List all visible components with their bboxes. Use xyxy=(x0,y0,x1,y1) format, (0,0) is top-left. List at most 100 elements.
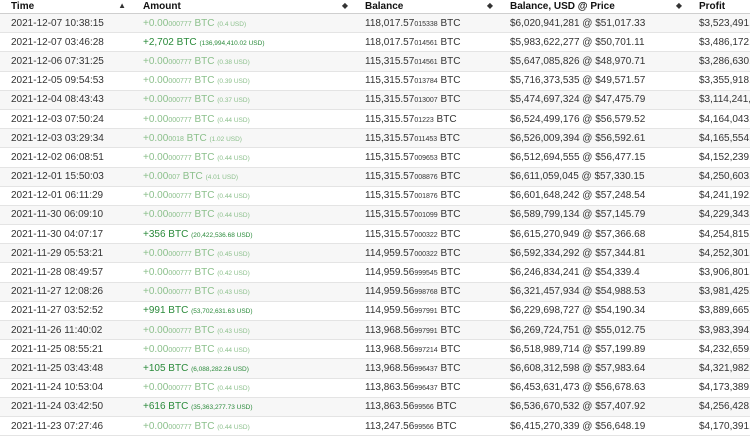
table-row[interactable]: 2021-11-27 03:52:52 +991 BTC (53,702,631.… xyxy=(0,301,750,322)
balance-fraction: 014561 xyxy=(414,58,438,66)
balance-unit: BTC xyxy=(437,36,461,48)
table-row[interactable]: 2021-11-24 03:42:50 +616 BTC (35,363,277.… xyxy=(0,397,750,417)
cell-amount: +356 BTC (20,422,536.68 USD) xyxy=(132,224,354,245)
amount-unit: BTC xyxy=(191,75,215,87)
balance-unit: BTC xyxy=(437,343,461,355)
sort-icon[interactable]: ▲︎ xyxy=(118,1,126,10)
table-row[interactable]: 2021-11-25 03:43:48 +105 BTC (6,088,282.2… xyxy=(0,358,750,379)
amount-fraction: 0018 xyxy=(168,135,184,143)
column-header-amount[interactable]: Amount ◆ xyxy=(132,0,354,14)
amount-usd: (0.38 USD) xyxy=(217,58,250,66)
amount-usd: (4.01 USD) xyxy=(205,174,239,182)
balance-unit: BTC xyxy=(437,55,461,67)
amount-unit: BTC xyxy=(191,55,215,67)
cell-amount: +0.00000777 BTC (0.44 USD) xyxy=(132,205,354,226)
amount-fraction: 000777 xyxy=(168,212,192,220)
amount-unit: BTC xyxy=(191,247,215,259)
table-row[interactable]: 2021-11-27 12:08:26 +0.00000777 BTC (0.43… xyxy=(0,282,750,302)
cell-balance: 115,315.57001876 BTC xyxy=(354,186,499,206)
amount-usd: (0.44 USD) xyxy=(217,385,250,393)
amount-fraction: 000777 xyxy=(168,78,192,86)
sort-icon[interactable]: ◆ xyxy=(487,1,493,10)
cell-balance-usd: $6,415,270,339 @ $56,648.19 xyxy=(499,416,688,436)
cell-balance-usd: $6,020,941,281 @ $51,017.33 xyxy=(499,13,688,34)
amount-value: +0.00 xyxy=(143,151,169,163)
amount-usd: (0.4 USD) xyxy=(217,20,247,28)
column-header-time[interactable]: Time ▲︎ xyxy=(0,0,132,14)
table-row[interactable]: 2021-12-01 15:50:03 +0.00007 BTC (4.01 US… xyxy=(0,167,750,187)
cell-profit: $4,170,391,6 xyxy=(688,416,750,436)
cell-time: 2021-11-27 03:52:52 xyxy=(0,301,132,322)
balance-value: 114,959.56 xyxy=(365,286,415,298)
amount-fraction: 000777 xyxy=(168,327,192,335)
column-header-balance[interactable]: Balance ◆ xyxy=(354,0,499,14)
table-row[interactable]: 2021-11-26 11:40:02 +0.00000777 BTC (0.43… xyxy=(0,320,750,341)
cell-balance: 115,315.57013784 BTC xyxy=(354,71,499,91)
table-row[interactable]: 2021-12-03 03:29:34 +0.000018 BTC (1.02 U… xyxy=(0,128,750,149)
amount-unit: BTC xyxy=(191,190,215,202)
amount-fraction: 000777 xyxy=(168,346,192,354)
cell-profit: $3,983,394,5 xyxy=(688,320,750,341)
amount-usd: (0.44 USD) xyxy=(217,193,250,201)
column-header-label: Profit xyxy=(699,1,726,12)
table-row[interactable]: 2021-12-03 07:50:24 +0.00000777 BTC (0.44… xyxy=(0,109,750,130)
cell-time: 2021-12-03 07:50:24 xyxy=(0,109,132,130)
column-header-usd[interactable]: Balance, USD @ Price ◆ xyxy=(499,0,688,14)
amount-value: +0.00 xyxy=(143,17,169,29)
column-header-label: Amount xyxy=(143,1,181,12)
cell-amount: +0.00000777 BTC (0.38 USD) xyxy=(132,51,354,72)
amount-fraction: 000777 xyxy=(168,20,192,28)
table-row[interactable]: 2021-11-29 05:53:21 +0.00000777 BTC (0.45… xyxy=(0,243,750,264)
table-row[interactable]: 2021-11-30 06:09:10 +0.00000777 BTC (0.44… xyxy=(0,205,750,226)
amount-fraction: 000777 xyxy=(168,97,192,105)
sort-icon[interactable]: ◆ xyxy=(676,1,682,10)
cell-profit: $4,164,043,7 xyxy=(688,109,750,130)
balance-unit: BTC xyxy=(437,171,461,183)
table-row[interactable]: 2021-12-01 06:11:29 +0.00000777 BTC (0.44… xyxy=(0,186,750,206)
balance-value: 113,968.56 xyxy=(365,343,415,355)
balance-fraction: 996437 xyxy=(414,365,438,373)
table-row[interactable]: 2021-12-02 06:08:51 +0.00000777 BTC (0.44… xyxy=(0,147,750,168)
cell-profit: $3,114,241,9 xyxy=(688,90,750,110)
cell-balance: 114,959.56997991 BTC xyxy=(354,301,499,322)
table-row[interactable]: 2021-12-06 07:31:25 +0.00000777 BTC (0.38… xyxy=(0,51,750,72)
balance-value: 115,315.57 xyxy=(365,209,415,221)
table-row[interactable]: 2021-12-04 08:43:43 +0.00000777 BTC (0.37… xyxy=(0,90,750,110)
amount-value: +0.00 xyxy=(143,55,169,67)
cell-balance: 118,017.57014561 BTC xyxy=(354,32,499,53)
amount-unit: BTC xyxy=(191,113,215,125)
balance-fraction: 99566 xyxy=(414,404,434,412)
column-header-profit[interactable]: Profit xyxy=(688,0,750,14)
table-row[interactable]: 2021-11-25 08:55:21 +0.00000777 BTC (0.44… xyxy=(0,339,750,360)
cell-balance: 115,315.57000322 BTC xyxy=(354,224,499,245)
cell-profit: $4,229,343,7 xyxy=(688,205,750,226)
amount-value: +991 BTC xyxy=(143,305,189,317)
cell-balance-usd: $6,229,698,727 @ $54,190.34 xyxy=(499,301,688,322)
table-row[interactable]: 2021-11-24 10:53:04 +0.00000777 BTC (0.44… xyxy=(0,378,750,398)
cell-amount: +0.000018 BTC (1.02 USD) xyxy=(132,128,354,149)
cell-balance-usd: $6,269,724,751 @ $55,012.75 xyxy=(499,320,688,341)
table-row[interactable]: 2021-11-28 08:49:57 +0.00000777 BTC (0.42… xyxy=(0,262,750,283)
table-row[interactable]: 2021-12-07 03:46:28 +2,702 BTC (136,994,4… xyxy=(0,32,750,53)
cell-balance: 115,315.57013007 BTC xyxy=(354,90,499,110)
cell-balance: 113,968.56997214 BTC xyxy=(354,339,499,360)
balance-value: 115,315.57 xyxy=(365,94,415,106)
balance-value: 115,315.57 xyxy=(365,75,415,87)
cell-balance-usd: $5,983,622,277 @ $50,701.11 xyxy=(499,32,688,53)
table-row[interactable]: 2021-12-07 10:38:15 +0.00000777 BTC (0.4 … xyxy=(0,13,750,34)
balance-fraction: 99566 xyxy=(414,423,434,431)
cell-amount: +0.00000777 BTC (0.37 USD) xyxy=(132,90,354,110)
balance-unit: BTC xyxy=(437,17,461,29)
cell-time: 2021-11-23 07:27:46 xyxy=(0,416,132,436)
balance-fraction: 001876 xyxy=(414,193,438,201)
cell-profit: $4,241,192,8 xyxy=(688,186,750,206)
cell-balance: 113,863.56996437 BTC xyxy=(354,378,499,398)
table-row[interactable]: 2021-11-23 07:27:46 +0.00000777 BTC (0.44… xyxy=(0,416,750,436)
balance-value: 118,017.57 xyxy=(365,17,415,29)
table-row[interactable]: 2021-11-30 04:07:17 +356 BTC (20,422,536.… xyxy=(0,224,750,245)
cell-time: 2021-12-04 08:43:43 xyxy=(0,90,132,110)
sort-icon[interactable]: ◆ xyxy=(342,1,348,10)
cell-balance: 114,959.56999545 BTC xyxy=(354,262,499,283)
balance-fraction: 011453 xyxy=(414,135,438,143)
table-row[interactable]: 2021-12-05 09:54:53 +0.00000777 BTC (0.39… xyxy=(0,71,750,91)
